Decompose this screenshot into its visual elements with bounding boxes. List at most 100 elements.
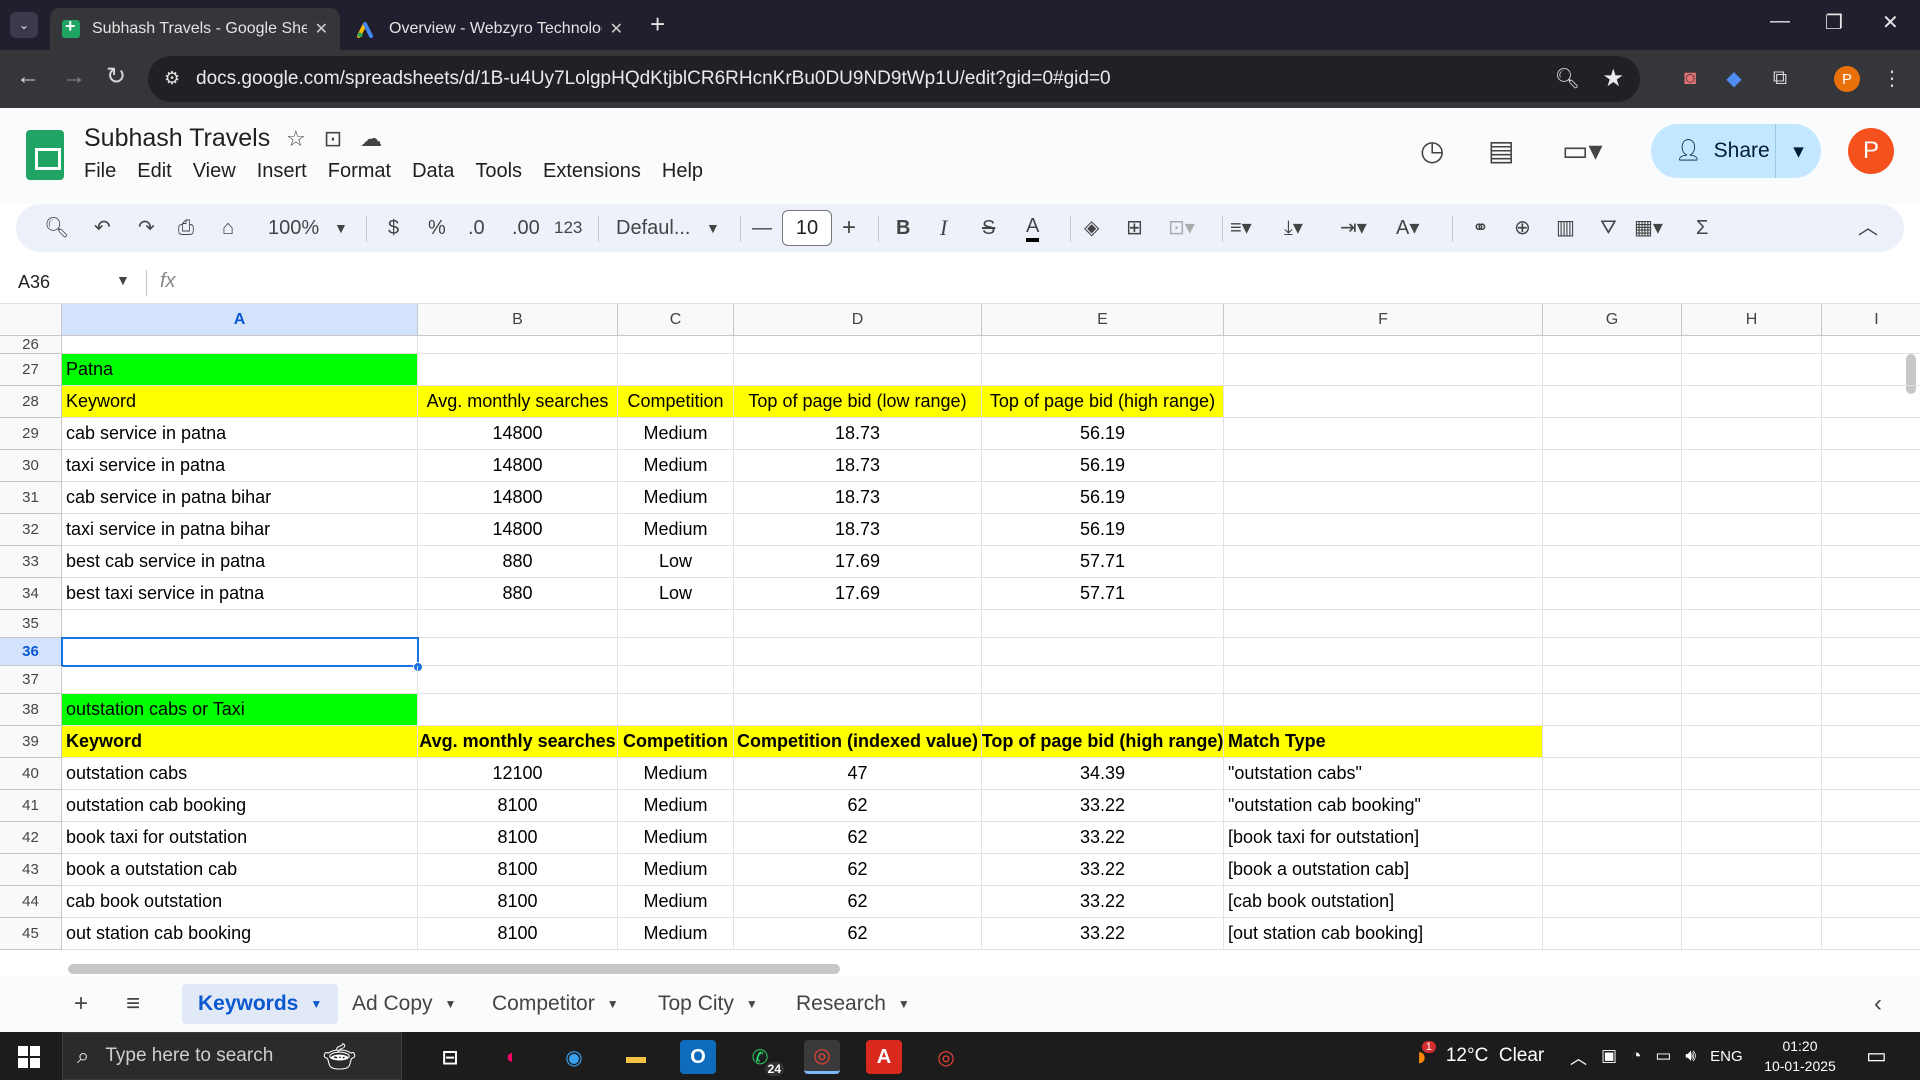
wifi-icon[interactable]: ◔ xyxy=(1631,1046,1641,1066)
cell-a43[interactable]: book a outstation cab xyxy=(62,854,418,886)
cell-a26[interactable] xyxy=(62,336,418,354)
site-info-icon[interactable]: ⚙ xyxy=(164,68,180,89)
cell-h29[interactable] xyxy=(1682,418,1822,450)
cell-e29[interactable]: 56.19 xyxy=(982,418,1224,450)
cell-c29[interactable]: Medium xyxy=(618,418,734,450)
cell-f39[interactable]: Match Type xyxy=(1224,726,1543,758)
move-folder-icon[interactable]: ⊡ xyxy=(324,126,342,152)
cell-d31[interactable]: 18.73 xyxy=(734,482,982,514)
cell-d32[interactable]: 18.73 xyxy=(734,514,982,546)
cell-i32[interactable] xyxy=(1822,514,1920,546)
cell-c36[interactable] xyxy=(618,638,734,666)
cell-f40[interactable]: "outstation cabs" xyxy=(1224,758,1543,790)
cell-b29[interactable]: 14800 xyxy=(418,418,618,450)
cell-h39[interactable] xyxy=(1682,726,1822,758)
document-title[interactable]: Subhash Travels xyxy=(84,124,270,153)
cell-g34[interactable] xyxy=(1543,578,1682,610)
cell-g31[interactable] xyxy=(1543,482,1682,514)
row-header-44[interactable]: 44 xyxy=(0,886,62,918)
filter-views-icon[interactable]: ▦▾ xyxy=(1634,214,1663,242)
paint-format-icon[interactable]: ⌂ xyxy=(222,214,234,242)
acrobat-icon[interactable]: A xyxy=(866,1040,902,1074)
cell-h35[interactable] xyxy=(1682,610,1822,638)
cell-i45[interactable] xyxy=(1822,918,1920,950)
cell-a45[interactable]: out station cab booking xyxy=(62,918,418,950)
cell-b38[interactable] xyxy=(418,694,618,726)
column-header-f[interactable]: F xyxy=(1224,304,1543,336)
cell-g28[interactable] xyxy=(1543,386,1682,418)
spreadsheet-grid[interactable]: A B C D E F G H I 26 27 Patna 28 Keyword Avg. monthly … xyxy=(0,304,1920,960)
row-header-42[interactable]: 42 xyxy=(0,822,62,854)
cell-f44[interactable]: [cab book outstation] xyxy=(1224,886,1543,918)
cell-g27[interactable] xyxy=(1543,354,1682,386)
cell-g32[interactable] xyxy=(1543,514,1682,546)
cell-h45[interactable] xyxy=(1682,918,1822,950)
meet-icon[interactable]: ▭▾ xyxy=(1562,134,1603,167)
cell-e28[interactable]: Top of page bid (high range) xyxy=(982,386,1224,418)
chrome-icon[interactable]: ◎ xyxy=(804,1040,840,1074)
cell-b30[interactable]: 14800 xyxy=(418,450,618,482)
cell-c39[interactable]: Competition xyxy=(618,726,734,758)
row-header-33[interactable]: 33 xyxy=(0,546,62,578)
cell-c33[interactable]: Low xyxy=(618,546,734,578)
percent-format-button[interactable]: % xyxy=(428,214,446,242)
cell-c38[interactable] xyxy=(618,694,734,726)
zoom-dropdown-icon[interactable]: ▼ xyxy=(334,214,348,242)
insert-chart-icon[interactable]: ▥ xyxy=(1556,214,1575,242)
cell-a38[interactable]: outstation cabs or Taxi xyxy=(62,694,418,726)
cell-c42[interactable]: Medium xyxy=(618,822,734,854)
sheet-menu-icon[interactable]: ▼ xyxy=(898,997,910,1011)
row-header-28[interactable]: 28 xyxy=(0,386,62,418)
increase-decimal-button[interactable]: .00 xyxy=(512,214,540,242)
cell-i41[interactable] xyxy=(1822,790,1920,822)
cell-e42[interactable]: 33.22 xyxy=(982,822,1224,854)
cell-a29[interactable]: cab service in patna xyxy=(62,418,418,450)
extensions-puzzle-icon[interactable]: ⧉ xyxy=(1766,64,1794,92)
cell-d38[interactable] xyxy=(734,694,982,726)
task-view-icon[interactable]: ⊟ xyxy=(432,1040,468,1074)
bookmark-star-icon[interactable]: ★ xyxy=(1602,64,1624,93)
cell-g35[interactable] xyxy=(1543,610,1682,638)
cell-c32[interactable]: Medium xyxy=(618,514,734,546)
row-header-43[interactable]: 43 xyxy=(0,854,62,886)
cell-f31[interactable] xyxy=(1224,482,1543,514)
cell-i33[interactable] xyxy=(1822,546,1920,578)
cell-d29[interactable]: 18.73 xyxy=(734,418,982,450)
cell-h42[interactable] xyxy=(1682,822,1822,854)
cell-g30[interactable] xyxy=(1543,450,1682,482)
share-dropdown-icon[interactable]: ▾ xyxy=(1775,124,1821,178)
cell-c31[interactable]: Medium xyxy=(618,482,734,514)
cell-d27[interactable] xyxy=(734,354,982,386)
cell-g45[interactable] xyxy=(1543,918,1682,950)
zoom-select[interactable]: 100% xyxy=(268,214,319,242)
cell-d33[interactable]: 17.69 xyxy=(734,546,982,578)
column-header-b[interactable]: B xyxy=(418,304,618,336)
cell-h40[interactable] xyxy=(1682,758,1822,790)
language-indicator[interactable]: ENG xyxy=(1710,1048,1743,1065)
column-header-h[interactable]: H xyxy=(1682,304,1822,336)
cell-a27[interactable]: Patna xyxy=(62,354,418,386)
cell-e33[interactable]: 57.71 xyxy=(982,546,1224,578)
cell-h37[interactable] xyxy=(1682,666,1822,694)
sheet-menu-icon[interactable]: ▼ xyxy=(310,997,322,1011)
cell-a28[interactable]: Keyword xyxy=(62,386,418,418)
cell-g38[interactable] xyxy=(1543,694,1682,726)
cell-h32[interactable] xyxy=(1682,514,1822,546)
undo-icon[interactable]: ↶ xyxy=(94,214,111,242)
cell-c45[interactable]: Medium xyxy=(618,918,734,950)
cell-g44[interactable] xyxy=(1543,886,1682,918)
cell-e35[interactable] xyxy=(982,610,1224,638)
cell-d30[interactable]: 18.73 xyxy=(734,450,982,482)
row-header-31[interactable]: 31 xyxy=(0,482,62,514)
cell-f26[interactable] xyxy=(1224,336,1543,354)
cell-f35[interactable] xyxy=(1224,610,1543,638)
cell-a40[interactable]: outstation cabs xyxy=(62,758,418,790)
row-header-32[interactable]: 32 xyxy=(0,514,62,546)
cell-d43[interactable]: 62 xyxy=(734,854,982,886)
cell-d40[interactable]: 47 xyxy=(734,758,982,790)
sheet-tab-competitor[interactable]: Competitor ▼ xyxy=(476,984,635,1024)
cell-h38[interactable] xyxy=(1682,694,1822,726)
cell-f43[interactable]: [book a outstation cab] xyxy=(1224,854,1543,886)
cell-d34[interactable]: 17.69 xyxy=(734,578,982,610)
text-color-icon[interactable]: A xyxy=(1026,214,1040,242)
